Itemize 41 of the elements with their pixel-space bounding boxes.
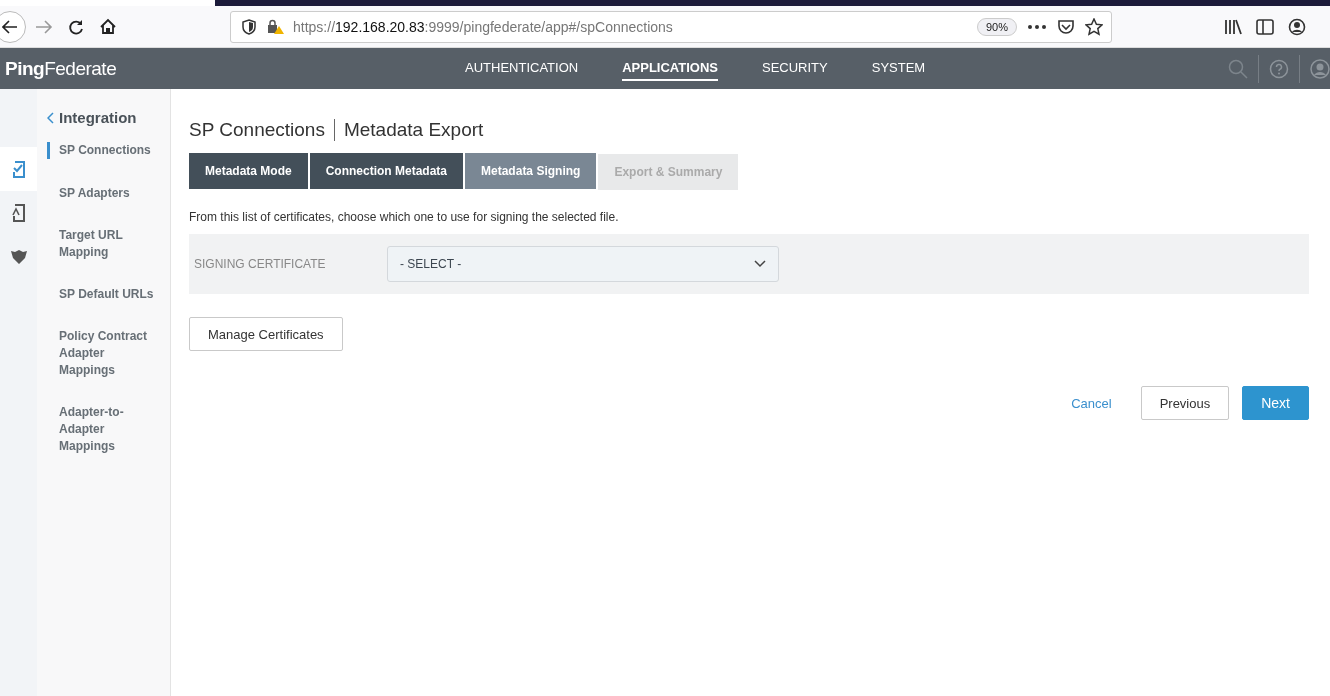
description-text: From this list of certificates, choose which one to use for signing the selected file. <box>189 210 620 224</box>
shield-icon[interactable] <box>9 249 28 265</box>
back-link[interactable]: Integration <box>47 109 170 126</box>
sidebar-item[interactable]: Adapter-to-Adapter Mappings <box>47 396 170 463</box>
more-icon[interactable] <box>1027 23 1047 30</box>
nav-tab[interactable]: AUTHENTICATION <box>465 56 579 81</box>
wizard-step[interactable]: Metadata Signing <box>465 153 597 189</box>
logo[interactable]: PingFederate <box>5 57 465 80</box>
tablet-icon[interactable] <box>10 203 27 223</box>
back-icon[interactable] <box>0 10 26 43</box>
sidebar-item[interactable]: SP Default URLs <box>47 278 170 311</box>
wizard-step[interactable]: Metadata Mode <box>189 153 308 189</box>
previous-button[interactable]: Previous <box>1140 386 1230 420</box>
page-title: SP Connections <box>189 119 325 141</box>
chevron-left-icon <box>47 111 55 124</box>
library-icon[interactable] <box>1224 18 1242 35</box>
nav-tab[interactable]: SYSTEM <box>871 56 926 81</box>
nav-tab[interactable]: APPLICATIONS <box>622 56 718 81</box>
sidebar-item[interactable]: Policy Contract Adapter Mappings <box>47 320 170 387</box>
sidebar-item[interactable]: SP Adapters <box>47 177 170 210</box>
nav-tab[interactable]: SECURITY <box>762 56 828 81</box>
sidebar-icon[interactable] <box>1256 18 1274 35</box>
wizard-step[interactable]: Connection Metadata <box>309 153 464 189</box>
field-label: SIGNING CERTIFICATE <box>193 257 327 271</box>
warning-lock-icon <box>267 18 285 35</box>
manage-certificates-button[interactable]: Manage Certificates <box>189 317 343 351</box>
next-button[interactable]: Next <box>1242 386 1309 420</box>
cancel-link[interactable]: Cancel <box>1071 395 1112 411</box>
account-icon[interactable] <box>1288 17 1306 36</box>
certificate-dropdown[interactable]: - SELECT - <box>387 246 779 282</box>
shield-icon <box>241 18 257 35</box>
chevron-down-icon <box>754 260 766 268</box>
zoom-level[interactable]: 90% <box>976 17 1017 36</box>
address-bar[interactable]: https://192.168.20.83:9999/pingfederate/app#/spConnections 90% <box>230 10 1112 43</box>
page-subtitle: Metadata Export <box>343 119 484 141</box>
sidebar-item[interactable]: Target URL Mapping <box>47 219 170 269</box>
tablet-check-icon[interactable] <box>10 159 27 179</box>
pocket-icon[interactable] <box>1057 18 1075 35</box>
sidebar-item[interactable]: SP Connections <box>47 142 170 159</box>
url-text: https://192.168.20.83:9999/pingfederate/app#/spConnections <box>293 18 673 35</box>
star-icon[interactable] <box>1085 17 1103 36</box>
